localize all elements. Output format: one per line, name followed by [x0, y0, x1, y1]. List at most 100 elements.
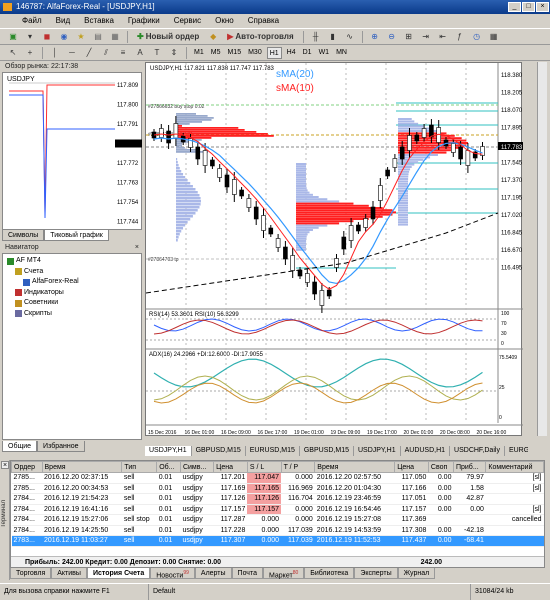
maximize-button[interactable]: □	[522, 2, 535, 12]
chart-shift-icon[interactable]: ⇤	[436, 30, 450, 43]
tab-common[interactable]: Общие	[2, 441, 38, 452]
column-header[interactable]: Время	[314, 461, 396, 473]
terminal-tab[interactable]: Новости99	[150, 568, 195, 579]
column-header[interactable]: T / P	[280, 461, 316, 473]
tester-icon[interactable]: ▦	[108, 30, 122, 43]
nav-root[interactable]: AF MT4	[7, 256, 137, 267]
label-icon[interactable]: T	[150, 46, 164, 59]
autotrade-button[interactable]: ▶ Авто-торговля	[223, 30, 297, 43]
cursor-icon[interactable]: ↖	[6, 46, 20, 59]
periods-icon[interactable]: ◷	[470, 30, 484, 43]
column-header[interactable]: Своп	[427, 461, 454, 473]
tab-tick-chart[interactable]: Тиковый график	[44, 230, 109, 241]
timeframe-h1[interactable]: H1	[266, 46, 282, 59]
channel-icon[interactable]: ⫽	[99, 46, 113, 59]
terminal-tab[interactable]: Почта	[231, 568, 263, 579]
nav-indicators[interactable]: Индикаторы	[7, 288, 137, 299]
timeframe-d1[interactable]: D1	[301, 47, 314, 59]
tab-symbols[interactable]: Символы	[2, 230, 45, 241]
timeframe-m1[interactable]: M1	[192, 47, 206, 59]
line-chart-icon[interactable]: ∿	[343, 30, 357, 43]
terminal-tab[interactable]: Активы	[51, 568, 87, 579]
nav-advisors[interactable]: Советники	[7, 298, 137, 309]
nav-server[interactable]: AlfaForex-Real	[7, 277, 137, 288]
chart-tab[interactable]: USDCHF,Daily	[450, 446, 505, 456]
menu-tools[interactable]: Сервис	[174, 14, 201, 27]
nav-scripts[interactable]: Скрипты	[7, 309, 137, 320]
column-header[interactable]: Время	[41, 461, 123, 473]
navigator-close-icon[interactable]: ×	[135, 243, 139, 253]
chart-scrollbar[interactable]	[537, 62, 547, 436]
column-header[interactable]: Об...	[156, 461, 181, 473]
menu-file[interactable]: Файл	[22, 14, 42, 27]
price-chart[interactable]: USDJPY,H1 117.821 117.838 117.747 117.78…	[145, 63, 523, 437]
column-header[interactable]: Цена	[213, 461, 248, 473]
column-header[interactable]: Симв...	[179, 461, 215, 473]
chart-tab[interactable]: USDJPY,H1	[145, 446, 192, 456]
chart-tab[interactable]: GBPUSD,M15	[192, 446, 246, 456]
chart-tab[interactable]: AUDUSD,H1	[401, 446, 451, 456]
zoom-in-icon[interactable]: ⊕	[368, 30, 382, 43]
terminal-tab[interactable]: Библиотека	[304, 568, 355, 579]
templates-icon[interactable]: ▦	[487, 30, 501, 43]
chart-tab[interactable]: EURGBP,M5	[505, 446, 528, 456]
terminal-tab[interactable]: Журнал	[397, 568, 436, 579]
column-header[interactable]: Комментарий	[485, 461, 544, 473]
tab-favorites[interactable]: Избранное	[37, 441, 85, 452]
metaeditor-icon[interactable]: ◆	[206, 30, 220, 43]
candle-chart-icon[interactable]: ▮	[326, 30, 340, 43]
table-row[interactable]: 2783... 2016.12.19 11:03:27 sell 0.01 usdjpy…	[11, 535, 544, 547]
chart-tab[interactable]: USDJPY,H1	[354, 446, 401, 456]
timeframe-m15[interactable]: M15	[225, 47, 243, 59]
terminal-tab[interactable]: История Счета	[86, 568, 151, 579]
bar-chart-icon[interactable]: ╫	[309, 30, 323, 43]
terminal-tab[interactable]: Маркет80	[262, 568, 305, 579]
timeframe-mn[interactable]: MN	[334, 47, 349, 59]
column-header[interactable]: Ордер	[11, 461, 43, 473]
terminal-tab[interactable]: Эксперты	[354, 568, 398, 579]
timeframe-m5[interactable]: M5	[209, 47, 223, 59]
menu-view[interactable]: Вид	[56, 14, 70, 27]
table-row[interactable]: 2785... 2016.12.20 02:37:15 sell 0.01 usdjpy…	[11, 472, 544, 484]
zoom-out-icon[interactable]: ⊖	[385, 30, 399, 43]
timeframe-m30[interactable]: M30	[246, 47, 264, 59]
menu-insert[interactable]: Вставка	[84, 14, 114, 27]
minimize-button[interactable]: _	[508, 2, 521, 12]
chart-window[interactable]: USDJPY,H1 117.821 117.838 117.747 117.78…	[145, 62, 523, 437]
text-icon[interactable]: A	[133, 46, 147, 59]
new-order-button[interactable]: ✚ Новый ордер	[133, 30, 203, 43]
autoscroll-icon[interactable]: ⇥	[419, 30, 433, 43]
horizontal-line-icon[interactable]: ─	[65, 46, 79, 59]
menu-window[interactable]: Окно	[215, 14, 234, 27]
timeframe-w1[interactable]: W1	[317, 47, 332, 59]
market-watch-icon[interactable]: ◼	[40, 30, 54, 43]
vertical-line-icon[interactable]: │	[48, 46, 62, 59]
terminal-close-icon[interactable]: ×	[1, 461, 9, 469]
table-row[interactable]: 2784... 2016.12.19 14:25:50 sell 0.01 usdjpy…	[11, 525, 544, 536]
column-header[interactable]: Цена	[394, 461, 429, 473]
nav-accounts[interactable]: Счета	[7, 267, 137, 278]
table-row[interactable]: 2785... 2016.12.20 00:34:53 sell 0.01 usdjpy…	[11, 483, 544, 494]
terminal-tab[interactable]: Торговля	[10, 568, 52, 579]
fibonacci-icon[interactable]: ≡	[116, 46, 130, 59]
table-row[interactable]: 2784... 2016.12.19 15:27:06 sell stop 0.01 u…	[11, 514, 544, 526]
close-button[interactable]: ×	[536, 2, 549, 12]
timeframe-h4[interactable]: H4	[285, 47, 298, 59]
tile-windows-icon[interactable]: ⊞	[402, 30, 416, 43]
column-header[interactable]: Приб...	[452, 461, 487, 473]
arrows-icon[interactable]: ⇕	[167, 46, 181, 59]
terminal-tab[interactable]: Алерты	[194, 568, 232, 579]
menu-charts[interactable]: Графики	[128, 14, 160, 27]
chart-tab[interactable]: EURUSD,M15	[246, 446, 300, 456]
table-row[interactable]: 2784... 2016.12.19 16:41:16 sell 0.01 usdjpy…	[11, 504, 544, 515]
column-header[interactable]: Тип	[121, 461, 158, 473]
table-row[interactable]: 2784... 2016.12.19 21:54:23 sell 0.01 usdjpy…	[11, 493, 544, 505]
navigator-icon[interactable]: ★	[74, 30, 88, 43]
column-header[interactable]: S / L	[246, 461, 282, 473]
menu-help[interactable]: Справка	[248, 14, 279, 27]
new-chart-icon[interactable]: ▣	[6, 30, 20, 43]
crosshair-icon[interactable]: +	[23, 46, 37, 59]
terminal-icon[interactable]: ▤	[91, 30, 105, 43]
trendline-icon[interactable]: ╱	[82, 46, 96, 59]
indicators-icon[interactable]: ƒ	[453, 30, 467, 43]
